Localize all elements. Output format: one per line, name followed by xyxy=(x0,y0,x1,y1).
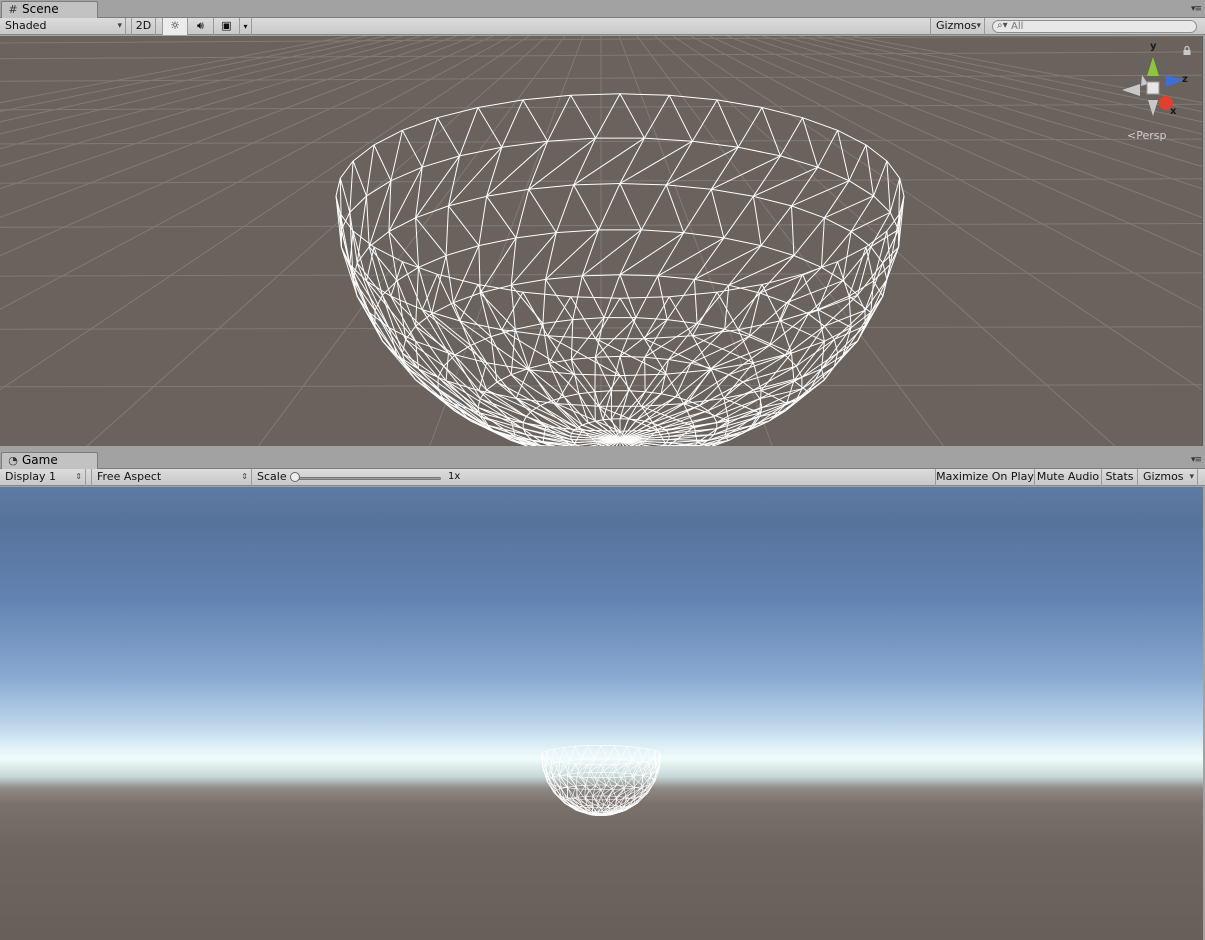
projection-toggle[interactable]: <Persp xyxy=(1127,129,1166,142)
orientation-gizmo[interactable] xyxy=(1118,44,1188,124)
ground-grid xyxy=(0,36,1202,446)
game-tab-strip: ◔ Game ▾≡ xyxy=(0,451,1205,469)
game-viewport[interactable] xyxy=(0,487,1203,940)
pacman-icon: ◔ xyxy=(8,454,18,467)
scale-value-label: 1x xyxy=(448,471,461,482)
y-axis-label: y xyxy=(1150,41,1157,52)
search-placeholder: All xyxy=(1011,21,1024,32)
speaker-icon: 🔊︎ xyxy=(197,19,204,32)
maximize-on-play-label: Maximize On Play xyxy=(936,470,1034,483)
chevron-down-icon: ▾ xyxy=(243,22,248,31)
scale-label: Scale xyxy=(257,470,287,483)
stats-button[interactable]: Stats xyxy=(1102,469,1138,486)
2d-toggle-label: 2D xyxy=(135,19,152,32)
tab-scene[interactable]: # Scene xyxy=(1,1,98,18)
scene-toolbar: Shaded 2D ☼ 🔊︎ ▣ ▾ Gizmos ⌕▾All xyxy=(0,18,1205,35)
neg-x-cone xyxy=(1122,84,1140,96)
gizmo-center-cube xyxy=(1146,81,1160,95)
mute-audio-label: Mute Audio xyxy=(1036,470,1100,483)
lighting-toggle-button[interactable]: ☼ xyxy=(162,18,188,35)
draw-mode-label: Shaded xyxy=(5,19,47,32)
neg-y-cone xyxy=(1148,100,1158,116)
2d-toggle-button[interactable]: 2D xyxy=(131,18,156,35)
grid-icon: # xyxy=(8,3,18,16)
game-gizmos-dropdown[interactable]: Gizmos xyxy=(1138,469,1198,486)
z-axis-label: z xyxy=(1182,74,1188,85)
sun-icon: ☼ xyxy=(170,19,180,32)
game-bowl-wireframe-mesh xyxy=(540,745,662,816)
image-icon: ▣ xyxy=(221,19,232,32)
game-tab-label: Game xyxy=(22,453,58,467)
game-gizmos-label: Gizmos xyxy=(1143,470,1184,483)
scene-search-input[interactable]: ⌕▾ All xyxy=(992,20,1197,33)
display-dropdown[interactable]: Display 1 xyxy=(0,469,86,486)
game-canvas xyxy=(540,745,662,816)
aspect-dropdown[interactable]: Free Aspect xyxy=(91,469,252,486)
scene-gizmos-dropdown[interactable]: Gizmos xyxy=(930,18,985,35)
mute-audio-button[interactable]: Mute Audio xyxy=(1035,469,1102,486)
bowl-wireframe-mesh xyxy=(335,93,905,446)
tab-game[interactable]: ◔ Game xyxy=(1,452,98,469)
projection-label: Persp xyxy=(1136,129,1167,142)
panel-menu-icon[interactable]: ▾≡ xyxy=(1191,455,1202,465)
search-icon: ⌕▾ xyxy=(997,20,1008,31)
effects-toggle-button[interactable]: ▣ xyxy=(214,18,240,35)
scene-tab-strip: # Scene ▾≡ xyxy=(0,0,1205,18)
scale-slider-knob[interactable] xyxy=(290,472,300,482)
x-axis-label: x xyxy=(1170,106,1177,117)
effects-dropdown-arrow[interactable]: ▾ xyxy=(240,18,252,35)
audio-toggle-button[interactable]: 🔊︎ xyxy=(188,18,214,35)
draw-mode-dropdown[interactable]: Shaded xyxy=(0,18,126,35)
maximize-on-play-button[interactable]: Maximize On Play xyxy=(935,469,1035,486)
scale-slider-track[interactable] xyxy=(293,477,441,480)
scene-tab-label: Scene xyxy=(22,2,59,16)
scene-gizmos-label: Gizmos xyxy=(936,19,977,32)
perspective-icon: < xyxy=(1127,129,1137,142)
scene-canvas xyxy=(0,36,1202,446)
panel-menu-icon[interactable]: ▾≡ xyxy=(1191,4,1202,14)
y-axis-cone xyxy=(1147,57,1159,76)
aspect-label: Free Aspect xyxy=(97,470,162,483)
stats-label: Stats xyxy=(1105,470,1134,483)
scene-viewport[interactable]: y z x <Persp xyxy=(0,36,1203,446)
scale-value: 1x xyxy=(443,469,473,486)
game-toolbar: Display 1 Free Aspect Scale 1x Maximize … xyxy=(0,469,1205,486)
display-label: Display 1 xyxy=(5,470,57,483)
